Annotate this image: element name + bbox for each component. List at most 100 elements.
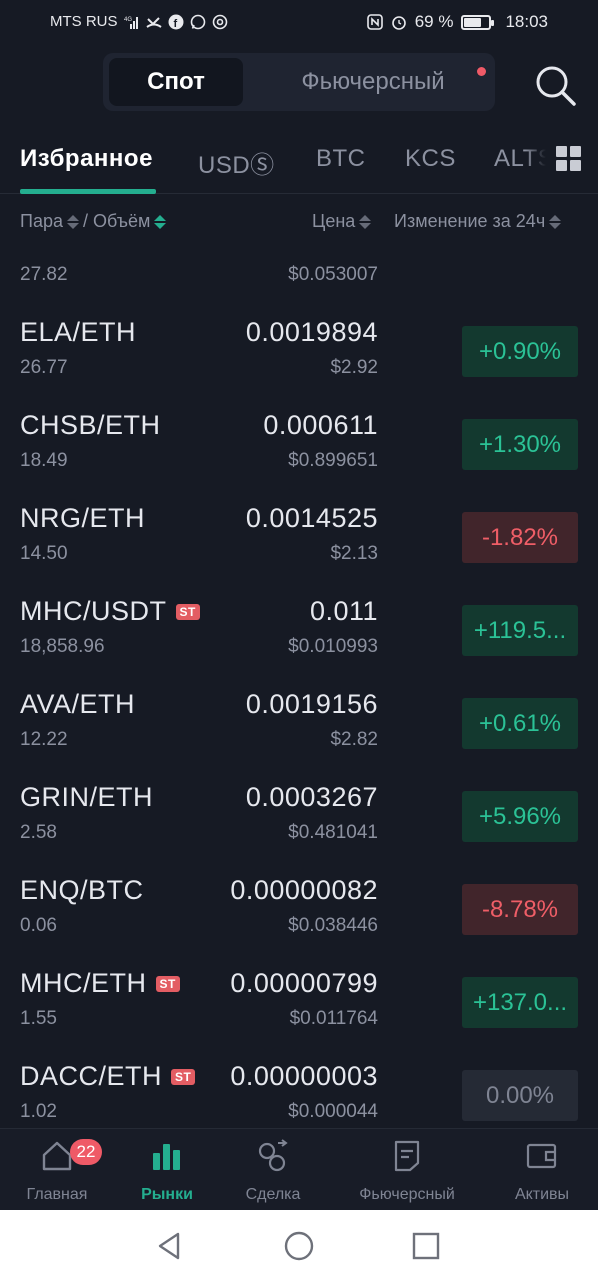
pair-cell: AVA/ETH [20, 689, 135, 720]
change-badge[interactable]: +119.5... [462, 605, 578, 656]
volume-value: 14.50 [20, 543, 68, 564]
nav-assets[interactable]: Активы [490, 1129, 594, 1211]
back-icon[interactable] [154, 1230, 186, 1262]
home-icon [42, 1141, 72, 1171]
price-sort-header[interactable]: Цена [312, 211, 372, 232]
change-badge[interactable]: +1.30% [462, 419, 578, 470]
table-row[interactable]: NRG/ETH 14.50 0.0014525 $2.13 -1.82% [0, 489, 598, 582]
table-row[interactable]: AVA/ETH 12.22 0.0019156 $2.82 +0.61% [0, 675, 598, 768]
price-value: 0.011 [309, 596, 378, 626]
pair-name: ENQ/BTC [20, 875, 144, 905]
usd-price-value: $0.010993 [288, 636, 378, 657]
status-left: MTS RUS 4G f [50, 13, 228, 30]
table-row[interactable]: MHC/ETH ST 1.55 0.00000799 $0.011764 +137.0..… [0, 954, 598, 1047]
at-sign-icon [212, 14, 227, 29]
table-row[interactable]: MHC/USDT ST 18,858.96 0.011 $0.010993 +119.5.… [0, 582, 598, 675]
pair-cell: MHC/ETH ST [20, 968, 180, 999]
pair-name: DACC/ETH [20, 1061, 163, 1091]
pair-cell: NRG/ETH [20, 503, 145, 534]
status-bar: MTS RUS 4G f 69 % 18:03 [0, 0, 598, 46]
grid-icon[interactable] [556, 146, 582, 172]
change-badge[interactable]: -8.78% [462, 884, 578, 935]
svg-text:f: f [173, 18, 177, 30]
pair-name: MHC/ETH [20, 968, 147, 998]
pair-cell: CHSB/ETH [20, 410, 161, 441]
change-badge[interactable]: +137.0... [462, 977, 578, 1028]
signal-icon: 4G [124, 16, 138, 29]
pair-cell: ENQ/BTC [20, 875, 144, 906]
pair-name: MHC/USDT [20, 596, 167, 626]
nav-label: Рынки [141, 1186, 193, 1203]
table-row[interactable]: ENQ/BTC 0.06 0.00000082 $0.038446 -8.78% [0, 861, 598, 954]
nav-markets[interactable]: Рынки [114, 1129, 220, 1211]
volume-column-label: / Объём [82, 211, 151, 231]
price-value: 0.00000082 [230, 875, 378, 905]
pair-cell: ELA/ETH [20, 317, 136, 348]
status-right: 69 % 18:03 [366, 12, 548, 32]
change-badge[interactable]: +0.90% [462, 326, 578, 377]
change-sort-header[interactable]: Изменение за 24ч [394, 211, 562, 232]
pair-name: AVA/ETH [20, 689, 136, 719]
pair-sort-header[interactable]: Пара / Объём [20, 211, 167, 232]
nav-trade[interactable]: Сделка [220, 1129, 326, 1211]
pair-cell: MHC/USDT ST [20, 596, 200, 627]
search-icon[interactable] [532, 62, 578, 108]
column-header: Пара / Объём Цена Изменение за 24ч [0, 203, 598, 239]
price-value: 0.000611 [263, 410, 378, 440]
tab-usds[interactable]: USDⓈ [198, 145, 275, 180]
pair-name: CHSB/ETH [20, 410, 161, 440]
tab-kcs[interactable]: KCS [405, 145, 456, 173]
usd-price-value: $0.899651 [288, 450, 378, 471]
notification-badge: 22 [70, 1139, 102, 1165]
tab-favorites[interactable]: Избранное [20, 145, 153, 173]
change-column-label: Изменение за 24ч [394, 211, 546, 231]
volume-value: 18.49 [20, 450, 68, 471]
usd-price-value: $0.481041 [288, 822, 378, 843]
change-badge[interactable]: +5.96% [462, 791, 578, 842]
table-row[interactable]: 27.82$0.053007+17.26% [0, 240, 598, 303]
market-list[interactable]: 27.82$0.053007+17.26%ELA/ETH26.770.00198… [0, 240, 598, 1128]
st-badge: ST [171, 1068, 196, 1085]
volume-value: 27.82 [20, 264, 68, 285]
price-value: 0.00000003 [230, 1061, 378, 1091]
usd-price-value: $0.053007 [288, 264, 378, 285]
usd-price-value: $2.92 [330, 357, 378, 378]
nav-label: Фьючерсный [359, 1186, 455, 1203]
trade-icon [258, 1139, 288, 1172]
st-badge: ST [175, 603, 200, 620]
table-row[interactable]: CHSB/ETH 18.49 0.000611 $0.899651 +1.30% [0, 396, 598, 489]
pair-name: ELA/ETH [20, 317, 137, 347]
system-nav-bar [0, 1210, 598, 1280]
battery-icon [461, 14, 495, 30]
price-value: 0.0019894 [245, 317, 378, 347]
sort-icon [549, 214, 562, 229]
missed-call-icon [145, 16, 162, 28]
quote-tabs: Избранное USDⓈ BTC KCS ALTS [0, 132, 598, 194]
table-row[interactable]: GRIN/ETH 2.58 0.0003267 $0.481041 +5.96% [0, 768, 598, 861]
recents-icon[interactable] [410, 1230, 442, 1262]
volume-value: 0.06 [20, 915, 57, 936]
nav-home[interactable]: 22 Главная [0, 1129, 114, 1211]
battery-percent: 69 % [414, 12, 454, 31]
tab-btc[interactable]: BTC [316, 145, 366, 173]
tab-active-indicator [20, 189, 156, 194]
table-row[interactable]: ELA/ETH 26.77 0.0019894 $2.92 +0.90% [0, 303, 598, 396]
futures-tab[interactable]: Фьючерсный [275, 58, 471, 106]
bottom-nav: 22 Главная Рынки Сделка Фьючерсный Актив… [0, 1128, 598, 1210]
change-badge[interactable]: 0.00% [462, 1070, 578, 1121]
pair-cell: GRIN/ETH [20, 782, 153, 813]
change-badge[interactable]: -1.82% [462, 512, 578, 563]
volume-value: 12.22 [20, 729, 68, 750]
spot-tab[interactable]: Спот [109, 58, 243, 106]
st-badge: ST [155, 975, 180, 992]
nav-futures[interactable]: Фьючерсный [340, 1129, 474, 1211]
home-circle-icon[interactable] [283, 1230, 315, 1262]
tab-alts[interactable]: ALTS [494, 145, 546, 173]
nav-label: Главная [26, 1186, 88, 1203]
pair-name: GRIN/ETH [20, 782, 154, 812]
table-row[interactable]: DACC/ETH ST 1.02 0.00000003 $0.000044 0.00% [0, 1047, 598, 1128]
wallet-icon [526, 1143, 557, 1169]
markets-icon [153, 1144, 180, 1170]
pair-name: NRG/ETH [20, 503, 145, 533]
change-badge[interactable]: +0.61% [462, 698, 578, 749]
